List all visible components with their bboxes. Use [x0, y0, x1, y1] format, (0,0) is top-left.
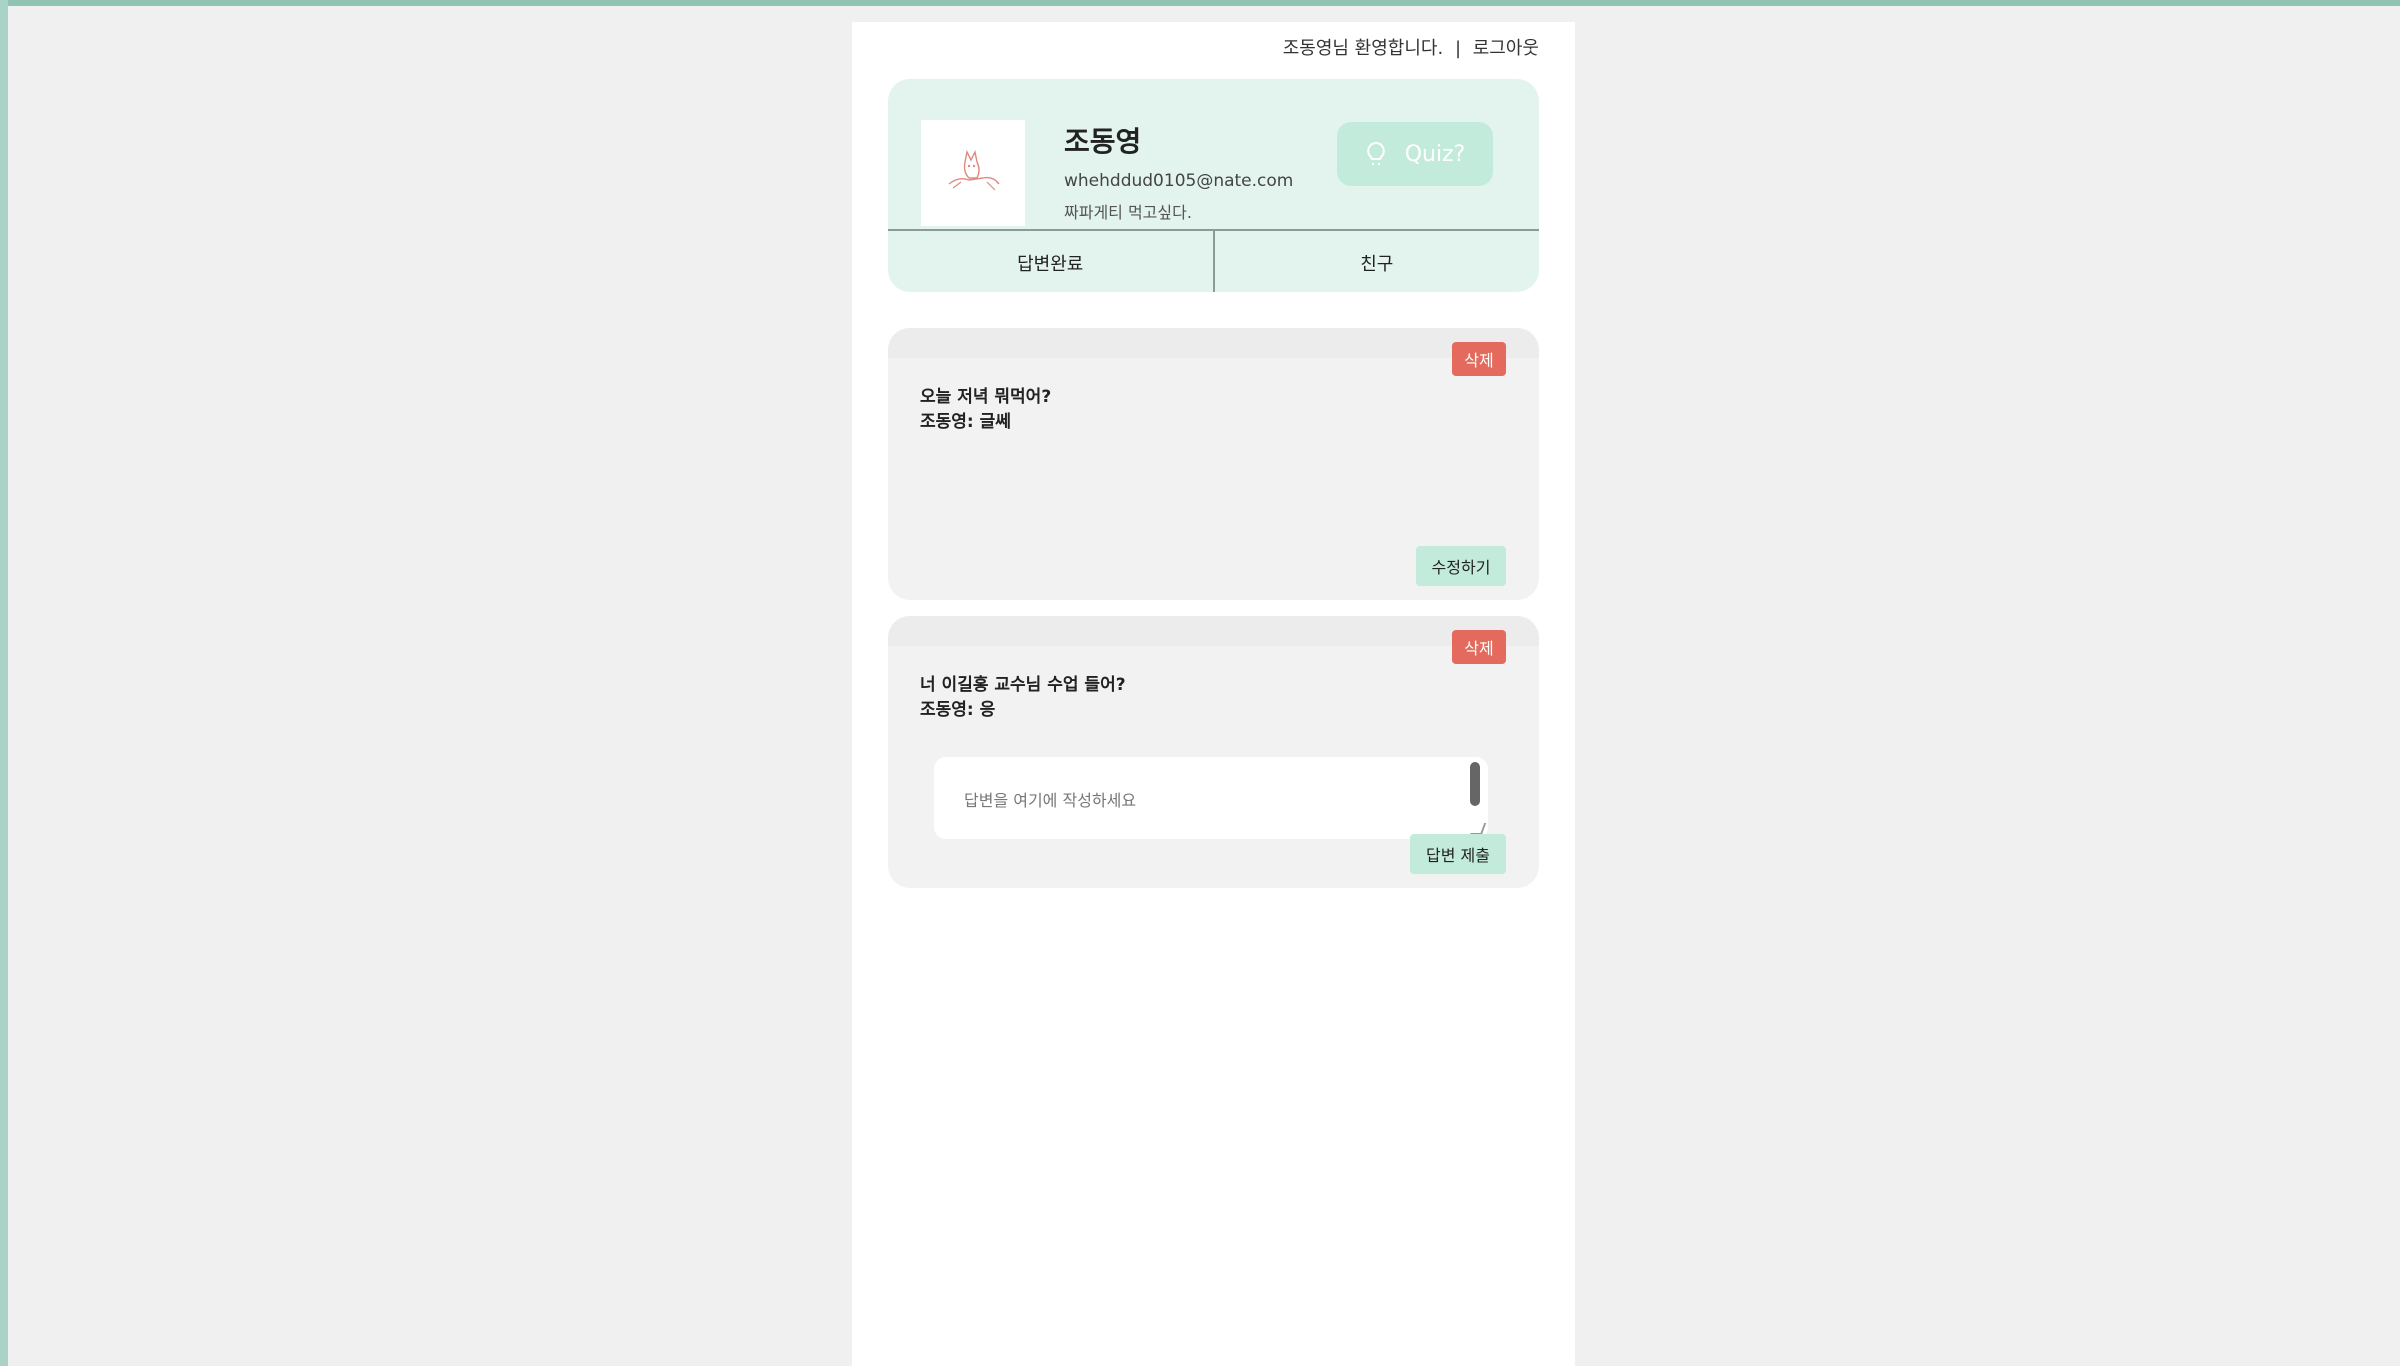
profile-status-message: 짜파게티 먹고싶다. [1064, 203, 1192, 222]
profile-email: whehddud0105@nate.com [1064, 171, 1294, 191]
submit-answer-button[interactable]: 답변 제출 [1410, 834, 1506, 874]
window-top-border [0, 0, 2400, 6]
profile-card: 조동영 whehddud0105@nate.com 짜파게티 먹고싶다. Qui… [888, 79, 1539, 292]
delete-button[interactable]: 삭제 [1452, 630, 1506, 664]
edit-button[interactable]: 수정하기 [1416, 546, 1506, 586]
user-greeting-bar: 조동영님 환영합니다. | 로그아웃 [1283, 34, 1539, 60]
answer-placeholder: 답변을 여기에 작성하세요 [964, 791, 1137, 810]
delete-button[interactable]: 삭제 [1452, 342, 1506, 376]
textarea-scrollbar[interactable] [1470, 762, 1480, 806]
tab-friends[interactable]: 친구 [1212, 231, 1540, 292]
answer-textarea[interactable]: 답변을 여기에 작성하세요 [934, 757, 1488, 839]
answer-text: 조동영: 응 [920, 700, 996, 720]
question-text: 오늘 저녁 뭐먹어? [920, 387, 1052, 407]
profile-tabs: 답변완료 친구 [888, 229, 1539, 292]
main-page: 조동영님 환영합니다. | 로그아웃 조동영 whehddud0105@nate… [852, 22, 1575, 1366]
question-card: 삭제 너 이길홍 교수님 수업 들어? 조동영: 응 답변을 여기에 작성하세요… [888, 616, 1539, 888]
profile-avatar [921, 120, 1025, 226]
question-card: 삭제 오늘 저녁 뭐먹어? 조동영: 글쎄 수정하기 [888, 328, 1539, 600]
lightbulb-icon [1366, 141, 1385, 165]
window-left-border [0, 0, 8, 1366]
quiz-button[interactable]: Quiz? [1337, 122, 1493, 186]
profile-name: 조동영 [1064, 125, 1142, 158]
logout-link[interactable]: 로그아웃 [1473, 38, 1539, 59]
card-header [888, 328, 1539, 358]
quiz-button-label: Quiz? [1404, 141, 1466, 167]
card-header [888, 616, 1539, 646]
greeting-text: 조동영님 환영합니다. [1282, 38, 1444, 59]
tab-answered[interactable]: 답변완료 [888, 231, 1213, 292]
greeting-separator: | [1454, 38, 1462, 59]
question-text: 너 이길홍 교수님 수업 들어? [920, 675, 1126, 695]
doodle-avatar-icon [948, 149, 1000, 191]
answer-text: 조동영: 글쎄 [920, 412, 1011, 432]
